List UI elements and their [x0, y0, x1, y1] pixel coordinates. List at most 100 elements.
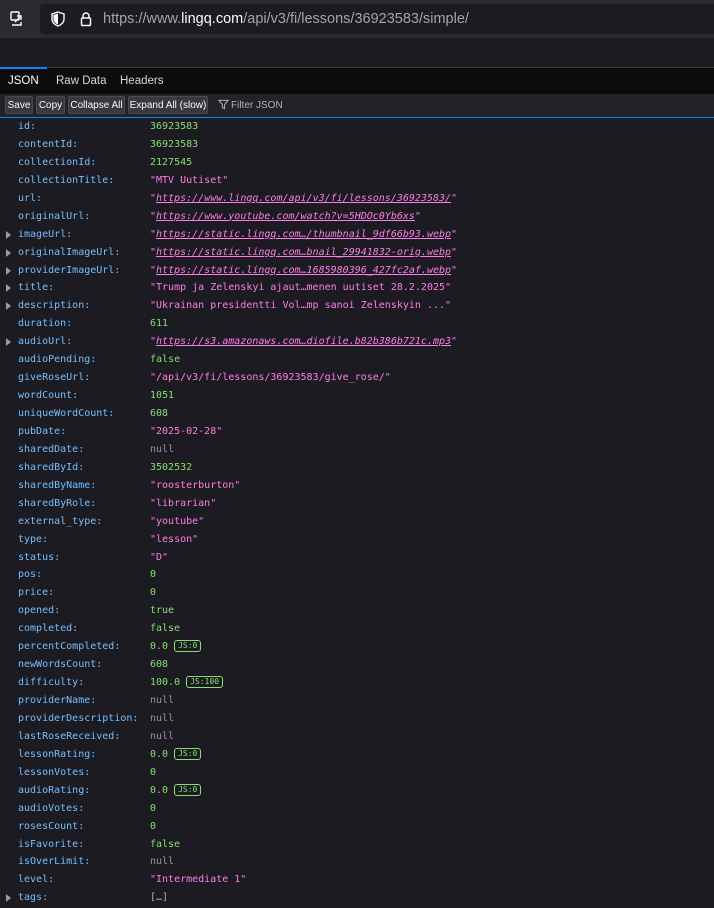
- json-tree: id: 36923583 contentId: 36923583 collectionI…: [0, 118, 714, 908]
- json-row[interactable]: originalImageUrl: "https://static.lingq.c…: [0, 244, 714, 262]
- expand-toggle-icon[interactable]: [6, 894, 11, 903]
- json-value: null: [150, 853, 174, 871]
- json-value: 1051: [150, 387, 174, 405]
- json-row[interactable]: id: 36923583: [0, 118, 714, 136]
- json-key: contentId:: [18, 138, 79, 150]
- json-row[interactable]: collectionId: 2127545: [0, 154, 714, 172]
- json-row[interactable]: audioUrl: "https://s3.amazonaws.com…diofi…: [0, 333, 714, 351]
- json-value-text: 611: [150, 318, 169, 330]
- json-value: null: [150, 441, 174, 459]
- json-row[interactable]: newWordsCount: 608: [0, 656, 714, 674]
- expand-toggle-icon[interactable]: [6, 302, 11, 311]
- json-row[interactable]: collectionTitle: "MTV Uutiset": [0, 172, 714, 190]
- json-value-link[interactable]: "https://www.lingq.com/api/v3/fi/lessons…: [150, 190, 457, 208]
- json-row[interactable]: percentCompleted: 0.0 JS:0: [0, 638, 714, 656]
- json-row[interactable]: providerDescription: null: [0, 710, 714, 728]
- json-row[interactable]: giveRoseUrl: "/api/v3/fi/lessons/36923583…: [0, 369, 714, 387]
- json-value: "2025-02-28": [150, 423, 222, 441]
- json-value-text: "D": [150, 551, 169, 563]
- json-value-link[interactable]: "https://static.lingq.com…1685980396_427…: [150, 262, 457, 280]
- json-row[interactable]: providerName: null: [0, 692, 714, 710]
- json-value-link[interactable]: "https://www.youtube.com/watch?v=5HDOc0Y…: [150, 208, 421, 226]
- json-value-text: "MTV Uutiset": [150, 174, 229, 186]
- json-row[interactable]: sharedByName: "roosterburton": [0, 477, 714, 495]
- json-row[interactable]: originalUrl: "https://www.youtube.com/wat…: [0, 208, 714, 226]
- json-key: level:: [18, 874, 55, 886]
- json-row[interactable]: uniqueWordCount: 608: [0, 405, 714, 423]
- json-row[interactable]: difficulty: 100.0 JS:100: [0, 674, 714, 692]
- json-row[interactable]: type: "lesson": [0, 531, 714, 549]
- json-row[interactable]: status: "D": [0, 549, 714, 567]
- tab-raw-data[interactable]: Raw Data: [47, 68, 116, 95]
- url-link[interactable]: https://www.youtube.com/watch?v=5HDOc0Yb…: [156, 211, 415, 222]
- json-value-text: […]: [150, 892, 169, 904]
- js-value-badge: JS:0: [174, 747, 202, 760]
- json-row[interactable]: completed: false: [0, 620, 714, 638]
- json-row[interactable]: pos: 0: [0, 566, 714, 584]
- json-row[interactable]: tags: […]: [0, 889, 714, 907]
- expand-toggle-icon[interactable]: [6, 284, 11, 293]
- json-key: isOverLimit:: [18, 856, 91, 868]
- expand-toggle-icon[interactable]: [6, 338, 11, 347]
- json-value: 100.0 JS:100: [150, 674, 224, 692]
- address-bar[interactable]: https://www.lingq.com/api/v3/fi/lessons/…: [40, 4, 714, 34]
- expand-toggle-icon[interactable]: [6, 230, 11, 239]
- json-row[interactable]: audioRating: 0.0 JS:0: [0, 782, 714, 800]
- json-key: sharedById:: [18, 461, 85, 473]
- json-key: description:: [18, 300, 91, 312]
- json-row[interactable]: price: 0: [0, 584, 714, 602]
- json-value: "youtube": [150, 513, 204, 531]
- filter-json-input[interactable]: [231, 97, 431, 114]
- expand-toggle-icon[interactable]: [6, 248, 11, 257]
- json-row[interactable]: url: "https://www.lingq.com/api/v3/fi/les…: [0, 190, 714, 208]
- lock-icon[interactable]: [78, 11, 94, 27]
- tab-json[interactable]: JSON: [0, 67, 47, 95]
- url-link[interactable]: https://static.lingq.com…1685980396_427f…: [156, 265, 451, 276]
- copy-button[interactable]: Copy: [36, 96, 65, 114]
- json-value-link[interactable]: "https://static.lingq.com…bnail_29941832…: [150, 244, 457, 262]
- json-row[interactable]: wordCount: 1051: [0, 387, 714, 405]
- expand-all-button[interactable]: Expand All (slow): [128, 96, 208, 114]
- json-row[interactable]: contentId: 36923583: [0, 136, 714, 154]
- url-link[interactable]: https://static.lingq.com…/thumbnail_9df6…: [156, 229, 451, 240]
- json-value-text: 608: [150, 408, 169, 419]
- json-row[interactable]: isOverLimit: null: [0, 853, 714, 871]
- json-row[interactable]: providerImageUrl: "https://static.lingq.c…: [0, 262, 714, 280]
- json-row[interactable]: lessonRating: 0.0 JS:0: [0, 746, 714, 764]
- json-value-link[interactable]: "https://s3.amazonaws.com…diofile.b82b38…: [150, 333, 457, 351]
- json-row[interactable]: level: "Intermediate 1": [0, 871, 714, 889]
- json-row[interactable]: imageUrl: "https://static.lingq.com…/thum…: [0, 226, 714, 244]
- json-key: tags:: [18, 892, 49, 904]
- json-row[interactable]: lastRoseReceived: null: [0, 728, 714, 746]
- json-row[interactable]: rosesCount: 0: [0, 818, 714, 836]
- json-row[interactable]: opened: true: [0, 602, 714, 620]
- url-link[interactable]: https://www.lingq.com/api/v3/fi/lessons/…: [156, 193, 451, 204]
- json-row[interactable]: sharedDate: null: [0, 441, 714, 459]
- json-value-link[interactable]: "https://static.lingq.com…/thumbnail_9df…: [150, 226, 457, 244]
- url-link[interactable]: https://static.lingq.com…bnail_29941832-…: [156, 247, 451, 258]
- json-row[interactable]: title: "Trump ja Zelenskyi ajaut…menen uu…: [0, 279, 714, 297]
- expand-toggle-icon[interactable]: [6, 266, 11, 275]
- json-value: 0.0 JS:0: [150, 638, 202, 656]
- json-row[interactable]: description: "Ukrainan presidentti Vol…mp…: [0, 297, 714, 315]
- json-value-text: 36923583: [150, 121, 199, 132]
- json-value-text: 0: [150, 802, 157, 814]
- json-row[interactable]: isFavorite: false: [0, 836, 714, 854]
- json-row[interactable]: pubDate: "2025-02-28": [0, 423, 714, 441]
- save-button[interactable]: Save: [5, 96, 33, 114]
- json-row[interactable]: sharedById: 3502532: [0, 459, 714, 477]
- json-row[interactable]: duration: 611: [0, 315, 714, 333]
- json-key: sharedByName:: [18, 479, 97, 491]
- collapse-all-button[interactable]: Collapse All: [68, 96, 125, 114]
- json-value-text: null: [150, 443, 175, 455]
- json-row[interactable]: lessonVotes: 0: [0, 764, 714, 782]
- json-row[interactable]: sharedByRole: "librarian": [0, 495, 714, 513]
- url-link[interactable]: https://s3.amazonaws.com…diofile.b82b386…: [156, 336, 451, 347]
- reader-view-icon[interactable]: [8, 9, 28, 29]
- url-text[interactable]: https://www.lingq.com/api/v3/fi/lessons/…: [103, 11, 469, 27]
- json-row[interactable]: audioPending: false: [0, 351, 714, 369]
- tab-headers[interactable]: Headers: [110, 68, 173, 95]
- tracking-protection-icon[interactable]: [50, 11, 66, 27]
- json-row[interactable]: external_type: "youtube": [0, 513, 714, 531]
- json-row[interactable]: audioVotes: 0: [0, 800, 714, 818]
